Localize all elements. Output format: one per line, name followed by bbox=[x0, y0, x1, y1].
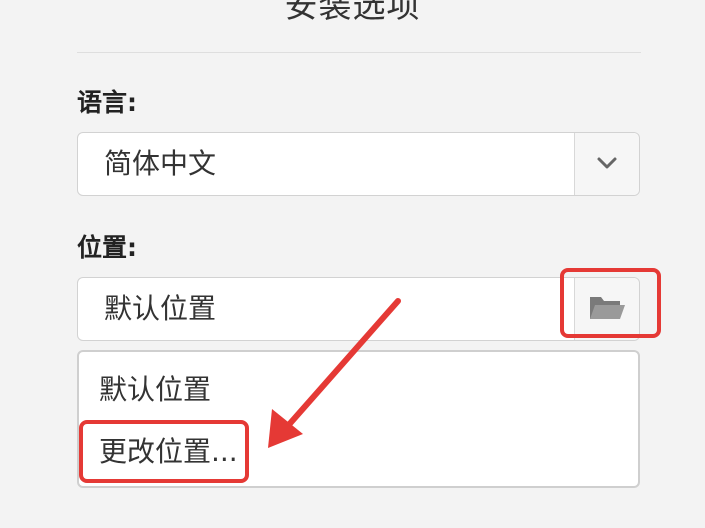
red-arrow bbox=[268, 298, 401, 448]
